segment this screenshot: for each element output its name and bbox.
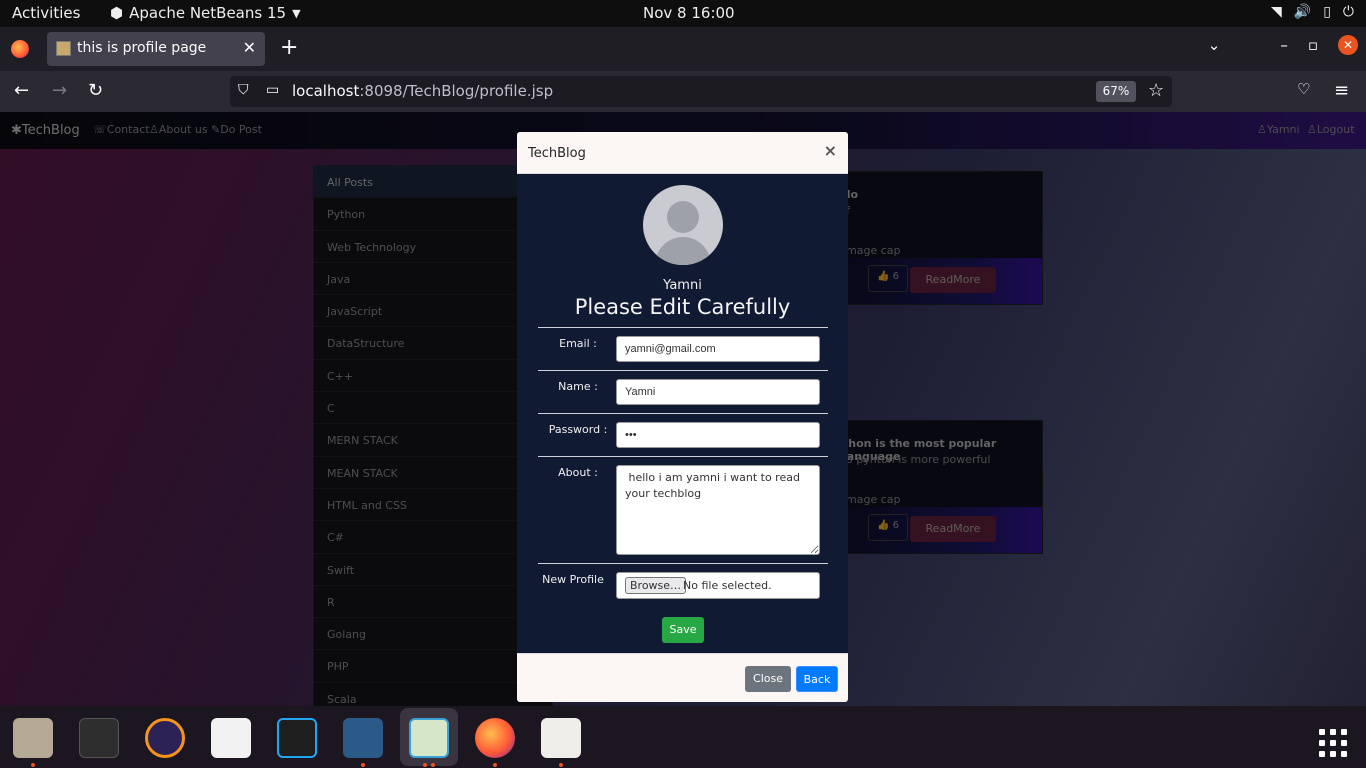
eclipse-icon[interactable] xyxy=(145,718,185,758)
battery-icon: ▯ xyxy=(1323,4,1331,20)
running-indicator xyxy=(431,763,435,767)
no-file-text: No file selected. xyxy=(683,579,772,592)
name-label: Name : xyxy=(558,380,598,393)
about-row: About : hello i am yamni i want to read … xyxy=(538,456,828,563)
text-editor-icon[interactable] xyxy=(211,718,251,758)
maximize-icon[interactable]: ▫ xyxy=(1308,36,1318,54)
app-menu[interactable]: ⬢ Apache NetBeans 15 ▼ xyxy=(110,4,301,22)
firefox-icon[interactable] xyxy=(475,718,515,758)
hamburger-menu-icon[interactable]: ≡ xyxy=(1334,80,1349,101)
back-icon[interactable]: ← xyxy=(14,80,29,101)
system-tray[interactable]: ◥ 🔊 ▯ ⏻ xyxy=(1271,4,1354,20)
dock xyxy=(0,706,1366,768)
new-profile-label: New Profile xyxy=(542,573,604,586)
app-name: Apache NetBeans 15 xyxy=(129,4,287,22)
profile-file-input[interactable]: Browse… No file selected. xyxy=(616,572,820,599)
avatar-body xyxy=(655,237,711,265)
files-icon[interactable] xyxy=(13,718,53,758)
mysql-workbench-icon[interactable] xyxy=(343,718,383,758)
running-indicator xyxy=(423,763,427,767)
reload-icon[interactable]: ↻ xyxy=(88,80,103,101)
tab-title: this is profile page xyxy=(77,40,207,56)
show-applications-icon[interactable] xyxy=(1319,729,1347,757)
list-all-tabs-icon[interactable]: ⌄ xyxy=(1208,36,1221,54)
back-button[interactable]: Back xyxy=(796,666,838,692)
close-tab-icon[interactable]: ✕ xyxy=(243,38,256,57)
modal-footer: Close Back xyxy=(517,653,848,702)
vscode-icon[interactable] xyxy=(277,718,317,758)
edit-profile-modal: TechBlog × Yamni Please Edit Carefully E… xyxy=(517,132,848,702)
activities-button[interactable]: Activities xyxy=(12,4,80,22)
tab-strip: this is profile page ✕ + ⌄ – ▫ ✕ xyxy=(0,27,1366,71)
system-top-bar: Activities ⬢ Apache NetBeans 15 ▼ Nov 8 … xyxy=(0,0,1366,27)
power-icon: ⏻ xyxy=(1342,4,1354,20)
running-indicator xyxy=(493,763,497,767)
modal-title: TechBlog xyxy=(528,146,586,161)
url-text[interactable]: localhost:8098/TechBlog/profile.jsp xyxy=(292,82,553,100)
close-button[interactable]: Close xyxy=(745,666,791,692)
netbeans-icon: ⬢ xyxy=(110,4,124,22)
password-field[interactable] xyxy=(616,422,820,448)
modal-heading: Please Edit Carefully xyxy=(574,295,791,319)
save-button[interactable]: Save xyxy=(662,617,704,643)
firefox-view-icon[interactable] xyxy=(11,40,29,58)
page-favicon-icon xyxy=(56,41,71,56)
volume-icon: 🔊 xyxy=(1293,4,1312,20)
bookmark-star-icon[interactable]: ☆ xyxy=(1148,80,1164,101)
forward-icon[interactable]: → xyxy=(52,80,67,101)
close-icon[interactable]: × xyxy=(824,141,837,160)
wifi-icon: ◥ xyxy=(1270,4,1282,20)
password-row: Password : xyxy=(538,413,828,456)
email-label: Email : xyxy=(559,337,597,350)
running-indicator xyxy=(559,763,563,767)
terminal-icon[interactable] xyxy=(79,718,119,758)
profile-username: Yamni xyxy=(663,278,702,293)
password-label: Password : xyxy=(548,423,608,436)
avatar xyxy=(643,185,723,265)
email-field[interactable] xyxy=(616,336,820,362)
name-field[interactable] xyxy=(616,379,820,405)
tab-profile-page[interactable]: this is profile page ✕ xyxy=(47,32,265,66)
modal-header: TechBlog × xyxy=(517,132,848,174)
about-textarea[interactable]: hello i am yamni i want to read your tec… xyxy=(616,465,820,555)
window-controls: ⌄ – ▫ ✕ xyxy=(1208,35,1358,55)
close-window-icon[interactable]: ✕ xyxy=(1338,35,1358,55)
clock[interactable]: Nov 8 16:00 xyxy=(643,4,735,22)
browse-button[interactable]: Browse… xyxy=(625,577,687,594)
tracking-shield-icon[interactable]: ⛉ xyxy=(238,82,249,98)
netbeans-icon[interactable] xyxy=(409,718,449,758)
pocket-icon[interactable]: ♡ xyxy=(1297,80,1310,98)
new-tab-button[interactable]: + xyxy=(280,35,298,60)
running-indicator xyxy=(361,763,365,767)
navigation-toolbar: ← → ↻ ⛉ ▭ localhost:8098/TechBlog/profil… xyxy=(0,71,1366,112)
chevron-down-icon: ▼ xyxy=(292,6,301,20)
email-row: Email : xyxy=(538,327,828,370)
about-label: About : xyxy=(558,466,598,479)
url-bar[interactable]: ⛉ ▭ localhost:8098/TechBlog/profile.jsp … xyxy=(230,76,1172,107)
profile-row: New Profile Browse… No file selected. xyxy=(538,563,828,613)
document-viewer-icon[interactable] xyxy=(541,718,581,758)
minimize-icon[interactable]: – xyxy=(1280,36,1288,54)
zoom-level-badge[interactable]: 67% xyxy=(1096,81,1136,102)
page-info-icon[interactable]: ▭ xyxy=(266,82,279,98)
running-indicator xyxy=(31,763,35,767)
name-row: Name : xyxy=(538,370,828,413)
avatar-head xyxy=(667,201,699,233)
